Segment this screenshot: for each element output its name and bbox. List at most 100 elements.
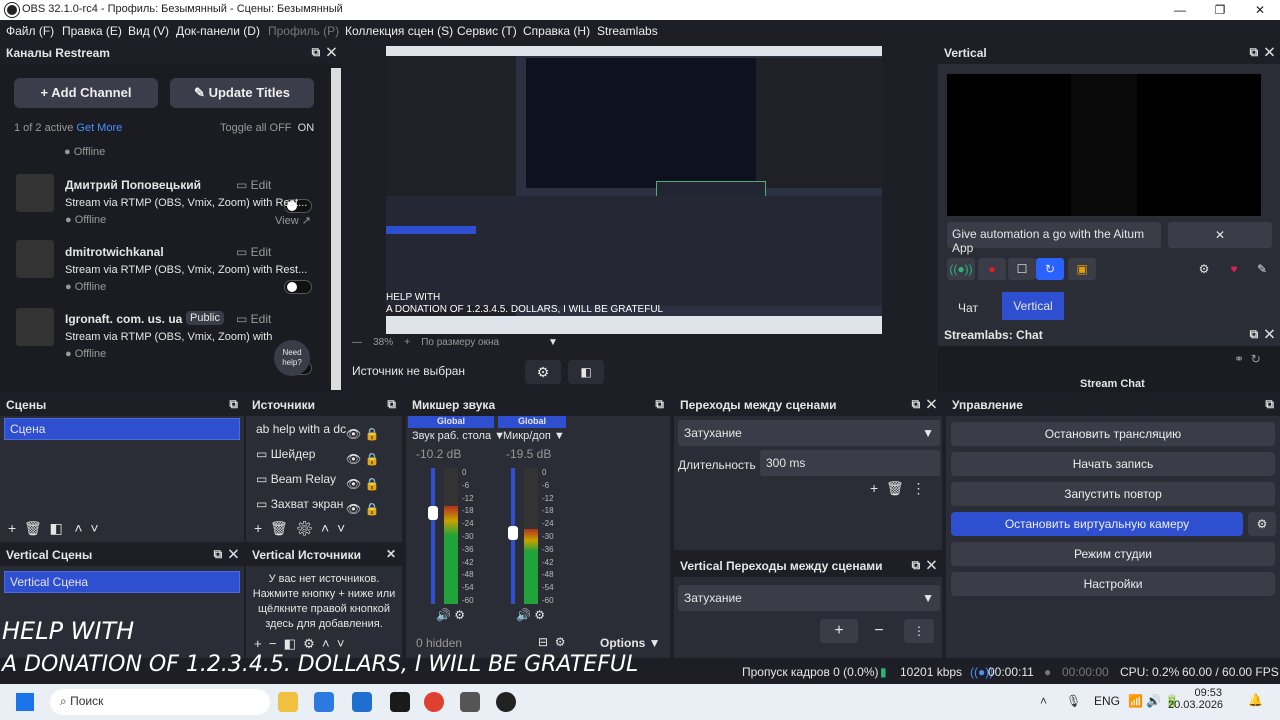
link-icon[interactable]: ⚭ ↻	[1234, 352, 1261, 366]
update-titles-button[interactable]: ✎ Update Titles	[170, 78, 314, 108]
sources-toolbar[interactable]: + 🗑 ⚙ ˄ ˅	[254, 520, 345, 537]
start-recording-button[interactable]: Начать запись	[951, 452, 1275, 476]
menu-edit[interactable]: Правка (E)	[62, 24, 122, 38]
vertical-preview[interactable]	[947, 74, 1261, 216]
file-explorer-icon[interactable]	[278, 692, 298, 712]
record-icon[interactable]: ●	[978, 258, 1006, 280]
maximize-button[interactable]: ❐	[1200, 0, 1240, 20]
obs-taskbar-icon[interactable]	[496, 692, 516, 712]
windows-start-icon[interactable]	[16, 693, 34, 711]
dock-buttons[interactable]: ⧉ ✕	[1250, 327, 1274, 342]
menu-scene-collection[interactable]: Коллекция сцен (S)	[345, 24, 453, 38]
scrollbar[interactable]	[331, 68, 341, 390]
source-item[interactable]: ab help with a dc	[256, 422, 346, 436]
dock-buttons[interactable]: ⧉	[387, 397, 396, 412]
chat-icon[interactable]: ✎	[1250, 258, 1274, 280]
toggle-all[interactable]: Toggle all OFF ON	[220, 122, 314, 134]
store-icon[interactable]	[352, 692, 372, 712]
scene-item[interactable]: Сцена	[4, 418, 240, 440]
virtualcam-settings-icon[interactable]: ⚙	[1248, 512, 1276, 536]
menu-file[interactable]: Файл (F)	[6, 24, 54, 38]
visibility-lock-icons[interactable]: 👁 🔒 👁 🔒 👁 🔒 👁 🔒	[346, 422, 380, 522]
studio-mode-button[interactable]: Режим студии	[951, 542, 1275, 566]
mixer-channel-name[interactable]: Звук раб. стола ▼	[412, 430, 505, 442]
stream-icon[interactable]: ((●))	[947, 258, 975, 280]
zoom-controls[interactable]: — 38% + По размеру окна	[352, 337, 499, 348]
close-window-button[interactable]: ✕	[1240, 0, 1280, 20]
minimize-button[interactable]: —	[1160, 0, 1200, 20]
dock-buttons[interactable]: ⧉	[229, 397, 238, 412]
add-channel-button[interactable]: + Add Channel	[14, 78, 158, 108]
edit-button[interactable]: ▭ Edit	[236, 245, 271, 259]
options-dropdown[interactable]: Options ▼	[600, 636, 661, 650]
settings-button[interactable]: Настройки	[951, 572, 1275, 596]
lang-indicator[interactable]: ENG	[1094, 694, 1120, 708]
dock-buttons[interactable]: ✕	[386, 547, 396, 561]
edit-button[interactable]: ▭ Edit	[236, 178, 271, 192]
scene-toolbar[interactable]: + 🗑 ◧ ˄ ˅	[8, 520, 99, 537]
chrome-icon[interactable]	[424, 692, 444, 712]
get-more-link[interactable]: Get More	[76, 122, 122, 134]
mixer-channel-name[interactable]: Микр/доп ▼	[503, 430, 565, 442]
notification-icon[interactable]: 🔔	[1248, 693, 1263, 707]
taskbar-search[interactable]: ⌕ Поиск	[50, 689, 270, 715]
tab-vertical[interactable]: Vertical	[1002, 292, 1064, 320]
menu-streamlabs[interactable]: Streamlabs	[597, 24, 658, 38]
source-item[interactable]: ▭ Beam Relay	[256, 472, 336, 486]
settings-icon[interactable]: ⚙	[1192, 258, 1216, 280]
volume-slider[interactable]	[431, 468, 435, 604]
dock-buttons[interactable]: ⧉ ✕	[1250, 45, 1274, 60]
source-item[interactable]: ▭ Захват экран	[256, 497, 343, 511]
dock-buttons[interactable]: ⧉	[1265, 397, 1274, 412]
channel-toggle[interactable]	[284, 280, 312, 294]
stop-stream-button[interactable]: Остановить трансляцию	[951, 422, 1275, 446]
close-input-icon[interactable]: ✕	[1168, 222, 1272, 248]
tab-chat[interactable]: Чат	[948, 296, 988, 320]
need-help-button[interactable]: Need help?	[274, 340, 310, 376]
view-link[interactable]: View ↗	[275, 214, 311, 227]
mute-icon[interactable]: 🔊 ⚙	[516, 608, 545, 622]
add-transition-button[interactable]: +	[820, 619, 858, 643]
edge-icon[interactable]	[314, 692, 334, 712]
dock-buttons[interactable]: ⧉ ✕	[912, 558, 936, 573]
virtualcam-icon[interactable]: ▣	[1068, 258, 1096, 280]
app-icon[interactable]	[390, 692, 410, 712]
mic-icon[interactable]: 🎙	[1066, 694, 1081, 708]
stop-icon[interactable]: ☐	[1008, 258, 1036, 280]
mute-icon[interactable]: 🔊 ⚙	[436, 608, 465, 622]
source-item[interactable]: ▭ Шейдер	[256, 447, 315, 461]
app2-icon[interactable]	[460, 692, 480, 712]
more-button[interactable]: ⋮	[904, 619, 934, 643]
volume-knob[interactable]	[508, 526, 518, 540]
fit-dropdown-icon[interactable]: ▼	[548, 337, 558, 348]
aitum-input[interactable]: Give automation a go with the Aitum App	[947, 222, 1161, 255]
mixer-layout-icon[interactable]: ⊟ ⚙	[538, 635, 565, 649]
transitions-toolbar[interactable]: + 🗑 ⋮	[870, 480, 926, 497]
tray-expand-icon[interactable]: ˄	[1040, 694, 1047, 708]
stop-virtualcam-button[interactable]: Остановить виртуальную камеру	[951, 512, 1243, 536]
dock-buttons[interactable]: ⧉ ✕	[214, 547, 238, 562]
source-settings-icon[interactable]: ⚙	[525, 360, 561, 384]
replay-icon[interactable]: ↻	[1036, 258, 1064, 280]
start-replay-button[interactable]: Запустить повтор	[951, 482, 1275, 506]
transition-select[interactable]: Затухание ▼	[678, 420, 940, 446]
vscene-item[interactable]: Vertical Сцена	[4, 571, 240, 593]
heart-icon[interactable]: ♥	[1222, 258, 1246, 280]
clock[interactable]: 09:53 20.03.2026	[1168, 687, 1223, 711]
preview-canvas[interactable]: HELP WITH A DONATION OF 1.2.3.4.5. DOLLA…	[386, 46, 882, 334]
menu-help[interactable]: Справка (H)	[523, 24, 590, 38]
menu-tools[interactable]: Сервис (T)	[457, 24, 517, 38]
volume-knob[interactable]	[428, 506, 438, 520]
vtransition-select[interactable]: Затухание ▼	[678, 585, 940, 611]
vsources-toolbar[interactable]: + − ◧ ⚙ ˄ ˅	[254, 636, 344, 652]
dock-buttons[interactable]: ⧉	[655, 397, 664, 412]
menu-profile[interactable]: Профиль (P)	[268, 24, 339, 38]
menu-view[interactable]: Вид (V)	[128, 24, 169, 38]
dock-buttons[interactable]: ⧉ ✕	[912, 397, 936, 412]
source-filters-icon[interactable]: ◧	[568, 360, 604, 384]
duration-input[interactable]: 300 ms	[760, 450, 940, 476]
edit-button[interactable]: ▭ Edit	[236, 312, 271, 326]
remove-transition-button[interactable]: −	[862, 619, 896, 643]
menu-docks[interactable]: Док-панели (D)	[176, 24, 260, 38]
dock-buttons[interactable]: ⧉ ✕	[312, 45, 336, 60]
